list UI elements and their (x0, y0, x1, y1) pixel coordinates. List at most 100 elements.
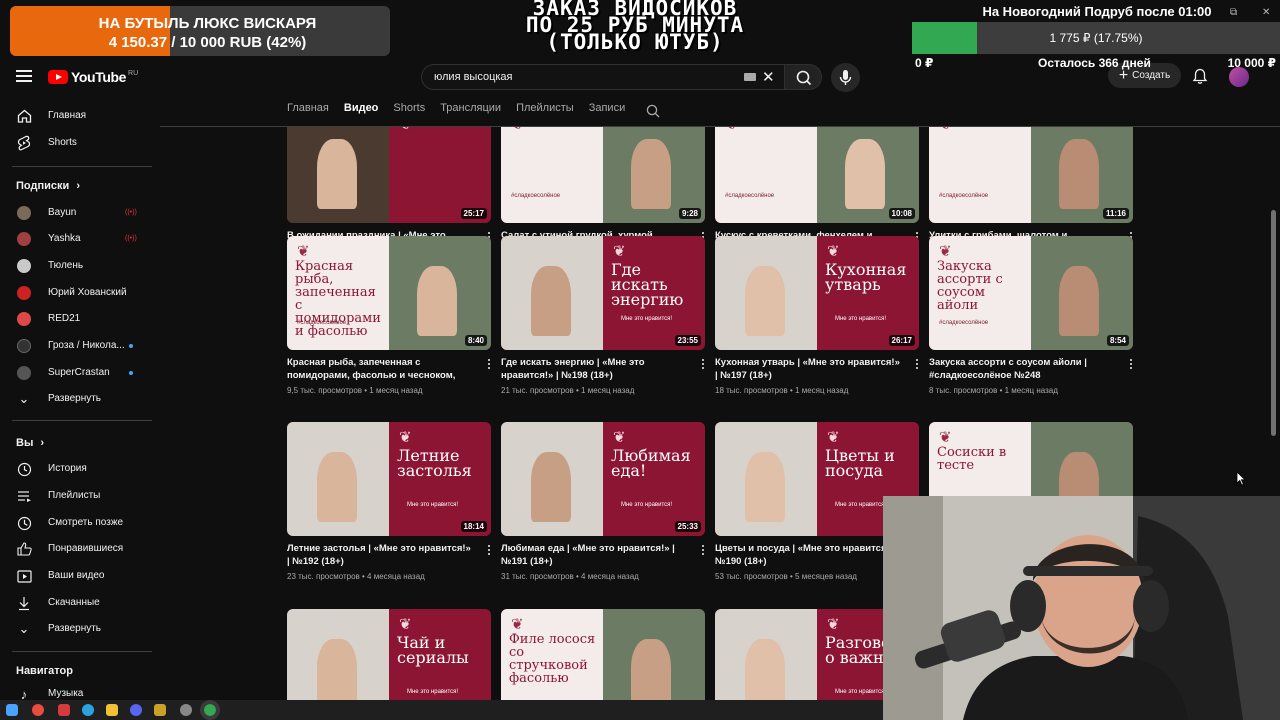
video-card[interactable]: ❦#сладкоесолёное10:08Кускус с креветками… (715, 127, 919, 268)
host-photo (631, 639, 671, 702)
thumbnail-text-panel (501, 127, 603, 223)
video-title[interactable]: Красная рыба, запеченная с помидорами, ф… (287, 356, 473, 382)
search-button[interactable] (784, 64, 822, 90)
video-thumbnail[interactable]: ❦ Летние застолья Мне это нравится! 18:14 (287, 422, 491, 536)
video-card[interactable]: ❦ Кухонная утварь Мне это нравится! 26:17 Ку… (715, 236, 919, 395)
leaf-logo-icon: ❦ (939, 127, 952, 133)
host-photo (745, 452, 785, 522)
search-icon (796, 70, 812, 86)
tab-live[interactable]: Трансляции (440, 102, 501, 120)
video-thumbnail[interactable]: ❦ Чай и сериалы Мне это нравится! (287, 609, 491, 702)
more-actions-icon[interactable] (485, 358, 493, 370)
video-card[interactable]: ❦ Любимая еда! Мне это нравится! 25:33 Любим… (501, 422, 705, 581)
video-card[interactable]: ❦ Летние застолья Мне это нравится! 18:14 Ле… (287, 422, 491, 581)
tab-posts[interactable]: Записи (589, 102, 626, 120)
video-card[interactable]: ❦25:17В ожидании праздника | «Мне это нр… (287, 127, 491, 268)
video-thumbnail[interactable]: ❦ Красная рыба, запеченная с помидорами и… (287, 236, 491, 350)
telegram-icon[interactable] (82, 704, 94, 716)
page-scrollbar[interactable] (1271, 210, 1276, 436)
sidebar-item-home[interactable]: Главная (0, 103, 152, 129)
more-actions-icon[interactable] (913, 358, 921, 370)
leaf-logo-icon: ❦ (827, 616, 840, 633)
expand-icon: ⧉ (1230, 7, 1238, 18)
video-thumbnail[interactable]: ❦ Кухонная утварь Мне это нравится! 26:17 (715, 236, 919, 350)
video-thumbnail[interactable]: ❦ Любимая еда! Мне это нравится! 25:33 (501, 422, 705, 536)
thumbnail-brand: Мне это нравится! (407, 689, 459, 695)
keyboard-icon[interactable] (744, 73, 756, 81)
video-duration-badge: 18:14 (460, 521, 487, 532)
host-photo (317, 452, 357, 522)
youtube-play-icon (48, 70, 68, 84)
tab-videos[interactable]: Видео (344, 102, 379, 120)
video-title[interactable]: Летние застолья | «Мне это нравится!» | … (287, 542, 473, 568)
sidebar-item-label: Главная (48, 110, 87, 121)
video-title[interactable]: Кухонная утварь | «Мне это нравится!» | … (715, 356, 901, 382)
start-icon[interactable] (6, 704, 18, 716)
video-title[interactable]: Любимая еда | «Мне это нравится!» | №191… (501, 542, 687, 568)
app-icon[interactable] (154, 704, 166, 716)
host-photo (1059, 266, 1099, 336)
video-title[interactable]: Цветы и посуда | «Мне это нравится!» | №… (715, 542, 901, 568)
thumbnail-brand: Мне это нравится! (621, 316, 673, 322)
goal-remaining: Осталось 366 дней (1038, 56, 1151, 70)
obs-icon[interactable] (180, 704, 192, 716)
video-metadata: 21 тыс. просмотров • 1 месяц назад (501, 386, 635, 395)
thumbnail-hashtag: #сладкоесолёное (939, 193, 989, 199)
more-actions-icon[interactable] (699, 358, 707, 370)
host-photo (845, 139, 885, 209)
leaf-logo-icon: ❦ (297, 243, 310, 260)
yandex-browser-icon[interactable] (32, 704, 44, 716)
video-card[interactable]: ❦ Закуска ассорти с соусом айоли #сладкоес… (929, 236, 1133, 395)
video-card[interactable]: ❦ Филе лосося со стручковой фасолью (501, 609, 705, 702)
search-input[interactable]: юлия высоцкая ✕ (421, 64, 784, 90)
video-card[interactable]: ❦#сладкоесолёное11:16Улитки с грибами, ш… (929, 127, 1133, 268)
video-thumbnail[interactable]: ❦ #сладкоесолёное 11:16 (929, 127, 1133, 223)
video-duration-badge: 25:33 (674, 521, 701, 532)
video-thumbnail[interactable]: ❦ 25:17 (287, 127, 491, 223)
video-thumbnail[interactable]: ❦ Филе лосося со стручковой фасолью (501, 609, 705, 702)
discord-icon[interactable] (130, 704, 142, 716)
thumbnail-hashtag: #сладкоесолёное (939, 320, 989, 326)
video-title[interactable]: Закуска ассорти с соусом айоли | #сладко… (929, 356, 1115, 382)
voice-search-button[interactable] (831, 63, 860, 92)
more-actions-icon[interactable] (1127, 358, 1135, 370)
video-title[interactable]: Где искать энергию | «Мне это нравится!»… (501, 356, 687, 382)
thumbnail-title: Красная рыба, запеченная с помидорами и … (295, 259, 381, 339)
leaf-logo-icon: ❦ (827, 429, 840, 446)
leaf-logo-icon: ❦ (399, 127, 412, 133)
video-card[interactable]: ❦ Красная рыба, запеченная с помидорами и… (287, 236, 491, 395)
tab-home[interactable]: Главная (287, 102, 329, 120)
menu-icon[interactable] (16, 70, 32, 82)
chrome-icon[interactable] (200, 700, 220, 720)
video-card[interactable]: ❦ Где искать энергию Мне это нравится! 23:5… (501, 236, 705, 395)
thumbnail-title: Цветы и посуда (825, 446, 895, 480)
goal-max: 10 000 ₽ (1227, 56, 1276, 70)
thumbnail-text-panel (929, 127, 1031, 223)
thumbnail-text-panel (715, 127, 817, 223)
microphone-icon (839, 70, 852, 85)
host-photo (631, 139, 671, 209)
more-actions-icon[interactable] (699, 544, 707, 556)
video-thumbnail[interactable]: ❦ Где искать энергию Мне это нравится! 23:5… (501, 236, 705, 350)
mouse-cursor-icon (1236, 471, 1246, 486)
video-thumbnail[interactable]: ❦ Закуска ассорти с соусом айоли #сладкоес… (929, 236, 1133, 350)
channel-search-icon[interactable] (646, 104, 660, 118)
host-photo (417, 266, 457, 336)
leaf-logo-icon: ❦ (511, 616, 524, 633)
clear-search-icon[interactable]: ✕ (762, 68, 775, 86)
more-actions-icon[interactable] (485, 544, 493, 556)
video-duration-badge: 8:40 (464, 335, 487, 346)
app-icon[interactable] (58, 704, 70, 716)
video-card[interactable]: ❦ Чай и сериалы Мне это нравится! (287, 609, 491, 702)
leaf-logo-icon: ❦ (939, 429, 952, 446)
folder-icon[interactable] (106, 704, 118, 716)
tab-shorts[interactable]: Shorts (393, 102, 425, 120)
video-thumbnail[interactable]: ❦ #сладкоесолёное 10:08 (715, 127, 919, 223)
goal-progress-label: 1 775 ₽ (17.75%) (1049, 31, 1143, 45)
video-thumbnail[interactable]: ❦ #сладкоесолёное 9:28 (501, 127, 705, 223)
video-card[interactable]: ❦#сладкоесолёное9:28Салат с утиной грудк… (501, 127, 705, 268)
youtube-logo[interactable]: YouTube RU (48, 69, 138, 85)
thumbnail-title: Любимая еда! (611, 446, 691, 480)
thumbnail-title: Чай и сериалы (397, 633, 469, 667)
tab-playlists[interactable]: Плейлисты (516, 102, 574, 120)
